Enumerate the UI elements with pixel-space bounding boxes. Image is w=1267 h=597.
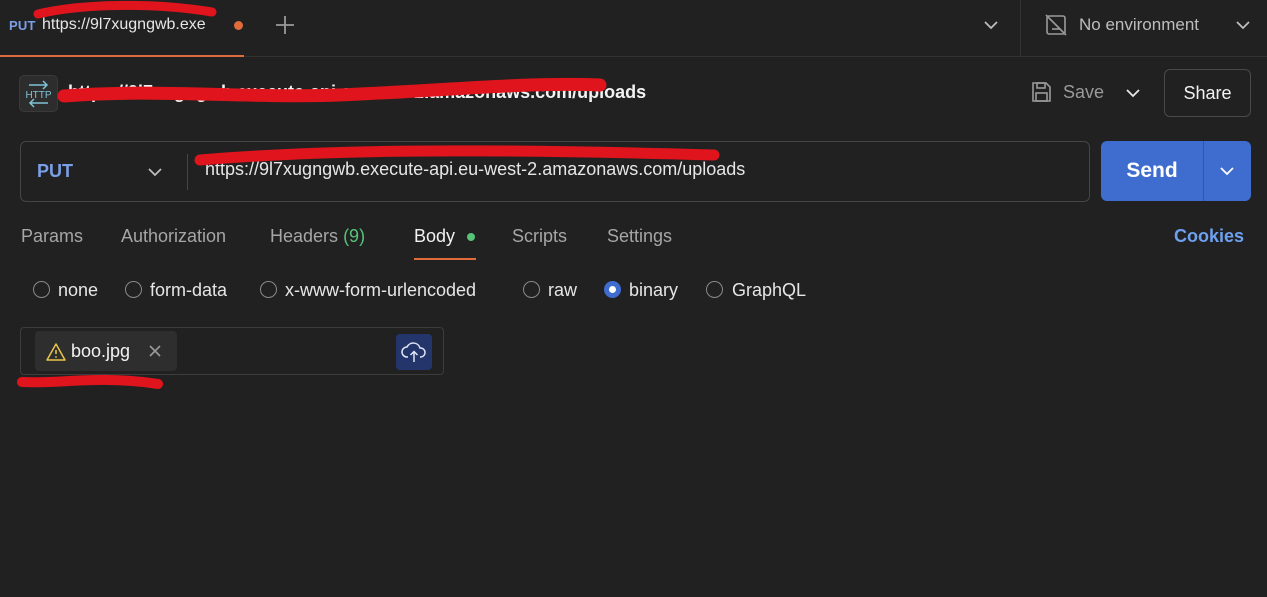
method-select[interactable]: PUT	[21, 142, 187, 201]
send-button[interactable]: Send	[1101, 141, 1203, 201]
file-name: boo.jpg	[71, 341, 131, 361]
tab-scripts[interactable]: Scripts	[512, 226, 567, 247]
divider	[1203, 141, 1204, 201]
unsaved-indicator	[234, 21, 243, 30]
no-environment-icon	[1044, 13, 1068, 37]
radio-label-raw: raw	[548, 280, 578, 300]
tab-title: https://9l7xugngwb.exe	[42, 16, 206, 33]
tab-params[interactable]: Params	[21, 226, 83, 247]
url-input[interactable]: https://9l7xugngwb.execute-api.eu-west-2…	[205, 159, 1075, 180]
divider	[187, 154, 188, 190]
save-icon[interactable]	[1029, 80, 1053, 104]
radio-binary[interactable]	[604, 281, 621, 298]
chevron-down-icon[interactable]	[1232, 14, 1254, 36]
warning-icon	[46, 342, 66, 362]
radio-graphql[interactable]	[706, 281, 723, 298]
chevron-down-icon[interactable]	[980, 14, 1002, 36]
body-indicator	[467, 233, 475, 241]
tab-authorization[interactable]: Authorization	[121, 226, 226, 247]
radio-none[interactable]	[33, 281, 50, 298]
close-icon[interactable]	[147, 343, 163, 359]
tab-body[interactable]: Body	[414, 226, 455, 247]
radio-label-none: none	[58, 280, 99, 300]
http-badge-text: HTTP	[25, 90, 51, 101]
environment-selector[interactable]: No environment	[1079, 15, 1199, 35]
radio-label-binary: binary	[629, 280, 679, 300]
tab-headers-label: Headers	[270, 226, 339, 246]
radio-label-urlencoded: x-www-form-urlencoded	[285, 280, 477, 300]
chevron-down-icon[interactable]	[1122, 82, 1144, 104]
url-bar: PUT https://9l7xugngwb.execute-api.eu-we…	[20, 141, 1090, 202]
tab-settings[interactable]: Settings	[607, 226, 672, 247]
tab-method: PUT	[9, 18, 36, 33]
radio-label-graphql: GraphQL	[732, 280, 807, 300]
method-label: PUT	[37, 161, 73, 181]
tab-headers[interactable]: Headers (9)	[270, 226, 365, 247]
radio-raw[interactable]	[523, 281, 540, 298]
radio-label-form-data: form-data	[150, 280, 228, 300]
divider	[1020, 0, 1021, 57]
request-name[interactable]: https://9l7xugngwb.execute-api.eu-west-2…	[68, 82, 646, 103]
chevron-down-icon	[144, 161, 166, 183]
chevron-down-icon[interactable]	[1216, 160, 1238, 182]
request-tab[interactable]: PUT https://9l7xugngwb.exe	[0, 0, 244, 57]
tab-bar: PUT https://9l7xugngwb.exe No environmen…	[0, 0, 1267, 57]
radio-form-data[interactable]	[125, 281, 142, 298]
active-tab-underline	[414, 258, 476, 260]
selected-file[interactable]: boo.jpg	[35, 331, 177, 371]
file-picker: boo.jpg	[20, 327, 444, 375]
http-icon: HTTP	[19, 75, 58, 112]
cloud-upload-icon[interactable]	[396, 334, 432, 370]
cookies-link[interactable]: Cookies	[1174, 226, 1244, 247]
send-button-group: Send	[1101, 141, 1251, 201]
radio-urlencoded[interactable]	[260, 281, 277, 298]
plus-icon[interactable]	[272, 12, 298, 38]
share-button[interactable]: Share	[1164, 69, 1251, 117]
save-button[interactable]: Save	[1063, 82, 1104, 103]
headers-count: (9)	[343, 226, 366, 246]
